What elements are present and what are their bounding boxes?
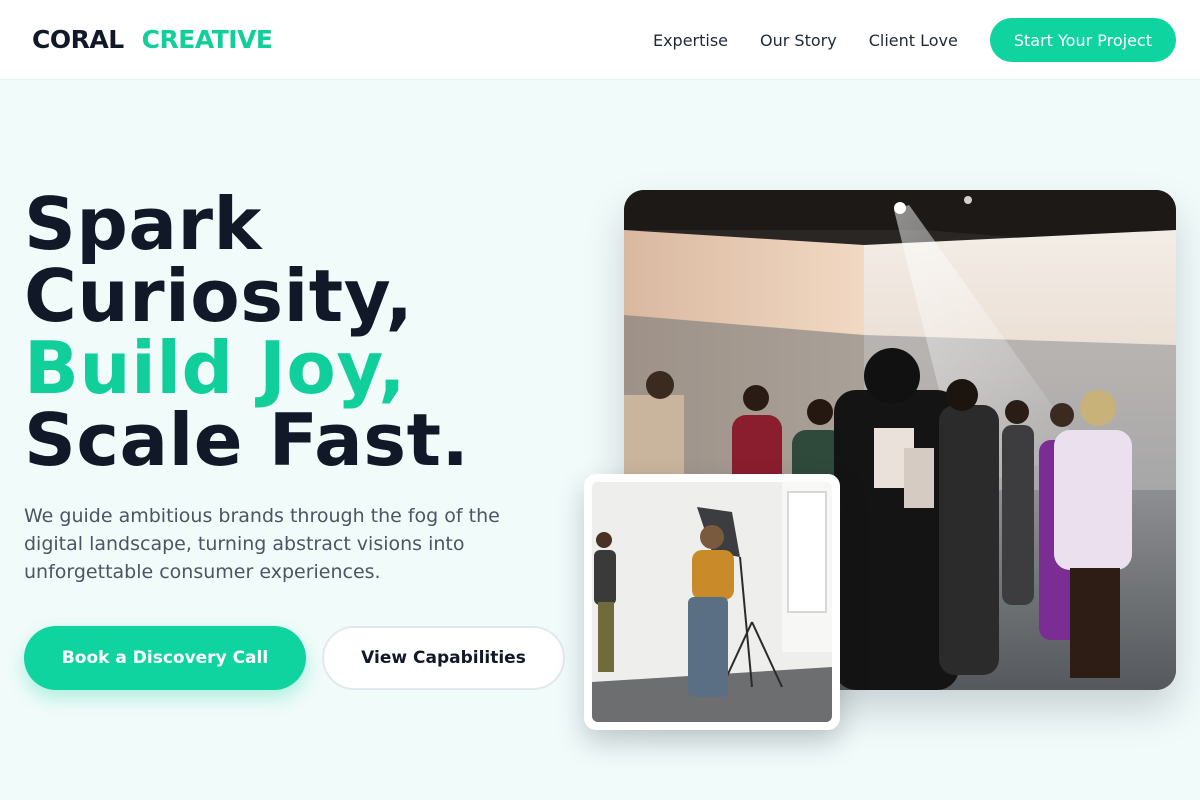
view-capabilities-button[interactable]: View Capabilities [322, 626, 565, 690]
hero-title-line-4: Scale Fast. [24, 398, 470, 482]
nav-link-client-love[interactable]: Client Love [869, 31, 958, 50]
nav-link-expertise[interactable]: Expertise [653, 31, 728, 50]
main-nav: Expertise Our Story Client Love Start Yo… [653, 18, 1176, 62]
nav-link-our-story[interactable]: Our Story [760, 31, 837, 50]
brand-logo[interactable]: CORAL CREATIVE [32, 24, 273, 56]
site-header: CORAL CREATIVE Expertise Our Story Client… [0, 0, 1200, 80]
brand-word-coral: CORAL [32, 25, 124, 54]
book-discovery-call-button[interactable]: Book a Discovery Call [24, 626, 306, 690]
photo-card [584, 474, 840, 730]
start-project-button[interactable]: Start Your Project [989, 18, 1176, 62]
hero-title-line-2: Curiosity, [24, 254, 414, 338]
hero-title: Spark Curiosity, Build Joy, Scale Fast. [24, 188, 469, 476]
brand-word-creative: CREATIVE [141, 25, 273, 54]
hero-description: We guide ambitious brands through the fo… [24, 505, 500, 583]
hero-title-line-3-accent: Build Joy, [24, 326, 407, 410]
photographer-photo [592, 482, 832, 722]
hero-title-line-1: Spark [24, 182, 262, 266]
